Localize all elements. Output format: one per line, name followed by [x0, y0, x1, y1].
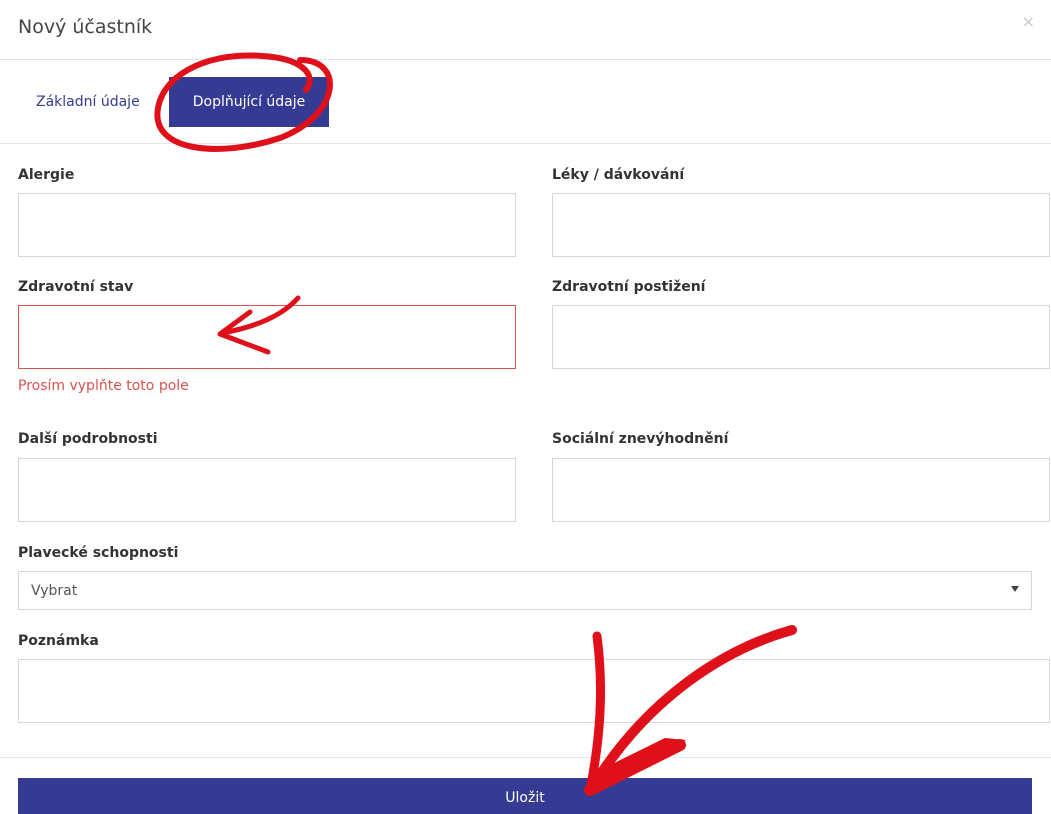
more-details-textarea[interactable] [18, 458, 516, 522]
swimming-skills-select[interactable]: Vybrat [18, 571, 1032, 610]
medication-label: Léky / dávkování [552, 167, 685, 183]
caret-down-icon [1011, 586, 1019, 592]
tab-additional-info[interactable]: Doplňující údaje [169, 77, 329, 127]
modal-header: Nový účastník × [0, 0, 1051, 60]
disability-textarea[interactable] [552, 305, 1050, 369]
social-disadvantage-label: Sociální znevýhodnění [552, 431, 729, 447]
allergies-label: Alergie [18, 167, 75, 183]
tab-bar: Základní údaje Doplňující údaje [0, 60, 1051, 144]
new-participant-modal: Nový účastník × Základní údaje Doplňujíc… [0, 0, 1051, 814]
health-condition-textarea[interactable] [18, 305, 516, 369]
health-condition-label: Zdravotní stav [18, 279, 134, 295]
health-condition-error: Prosím vyplňte toto pole [18, 378, 189, 394]
footer-divider [0, 757, 1051, 758]
allergies-textarea[interactable] [18, 193, 516, 257]
save-button[interactable]: Uložit [18, 778, 1032, 814]
more-details-label: Další podrobnosti [18, 431, 158, 447]
disability-label: Zdravotní postižení [552, 279, 706, 295]
note-textarea[interactable] [18, 659, 1050, 723]
close-icon[interactable]: × [1022, 12, 1035, 31]
swimming-skills-selected: Vybrat [31, 583, 78, 599]
tab-basic-info[interactable]: Základní údaje [18, 77, 158, 127]
swimming-skills-label: Plavecké schopnosti [18, 545, 179, 561]
social-disadvantage-textarea[interactable] [552, 458, 1050, 522]
note-label: Poznámka [18, 633, 99, 649]
modal-title: Nový účastník [18, 16, 153, 38]
medication-textarea[interactable] [552, 193, 1050, 257]
